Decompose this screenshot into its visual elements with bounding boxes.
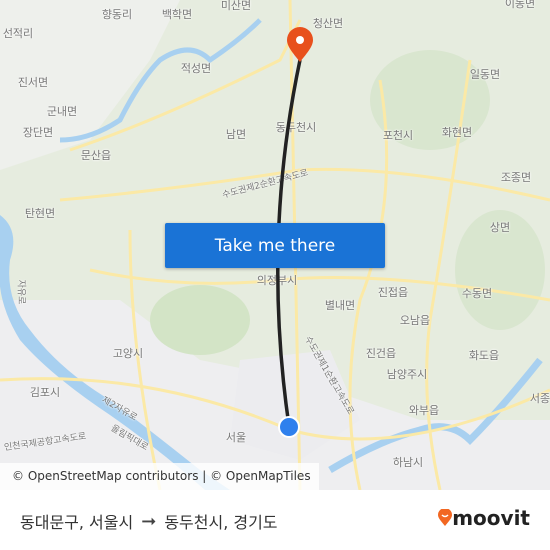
map[interactable]: 향동리 백학면 미산면 청산면 이동면 선적리 진서면 군내면 장단면 문산읍 … bbox=[0, 0, 550, 490]
origin-label: 동대문구, 서울시 bbox=[20, 513, 134, 532]
arrow-right-icon: ➞ bbox=[141, 510, 157, 532]
take-me-there-button[interactable]: Take me there bbox=[165, 223, 385, 268]
footer: 동대문구, 서울시 ➞ 동두천시, 경기도 moovit bbox=[0, 490, 550, 550]
map-attribution[interactable]: © OpenStreetMap contributors | © OpenMap… bbox=[0, 463, 319, 490]
route-summary: 동대문구, 서울시 ➞ 동두천시, 경기도 bbox=[20, 509, 278, 533]
moovit-logo: moovit bbox=[438, 506, 530, 530]
origin-marker bbox=[278, 416, 300, 438]
destination-pin-icon bbox=[287, 27, 313, 62]
brand-name: moovit bbox=[452, 506, 530, 530]
moovit-pin-icon bbox=[438, 509, 453, 526]
destination-label: 동두천시, 경기도 bbox=[164, 513, 278, 532]
